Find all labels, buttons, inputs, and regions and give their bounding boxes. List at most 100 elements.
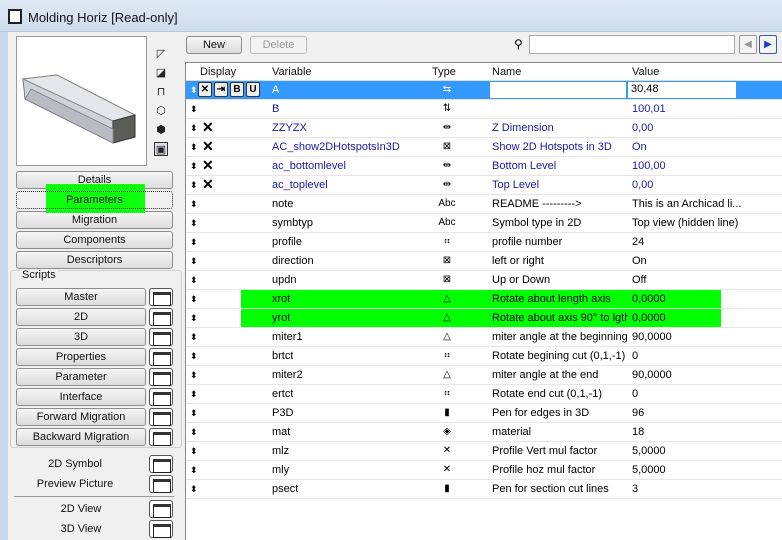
drag-handle-icon[interactable]: ⬍ [190, 313, 198, 324]
type-icon[interactable]: ⇹ [436, 179, 458, 190]
table-row[interactable]: ⬍ updn ⊠ Up or Down Off [186, 271, 782, 290]
value-cell[interactable]: 100,01 [632, 103, 780, 115]
table-row[interactable]: ⬍ ertct ⠶ Rotate end cut (0,1,-1) 0 [186, 385, 782, 404]
bold-toggle[interactable]: B [230, 82, 244, 97]
open-window-2d-view-button[interactable] [149, 500, 173, 518]
table-row[interactable]: ⬍ mlz ✕ Profile Vert mul factor 5,0000 [186, 442, 782, 461]
next-button[interactable]: ▶ [759, 35, 777, 54]
hidden-x-icon[interactable]: ✕ [202, 138, 214, 155]
type-icon[interactable]: ⠶ [436, 350, 458, 361]
value-cell[interactable]: 3 [632, 483, 780, 495]
table-row[interactable]: ⬍ ✕ ⇥ B U A ⇆ 30,48 [186, 81, 782, 100]
hidden-x-icon[interactable]: ✕ [202, 119, 214, 136]
value-cell[interactable]: 24 [632, 236, 780, 248]
previous-button[interactable]: ◀ [739, 35, 757, 54]
value-cell[interactable]: Off [632, 274, 780, 286]
table-row[interactable]: ⬍ psect ▮ Pen for section cut lines 3 [186, 480, 782, 499]
drag-handle-icon[interactable]: ⬍ [190, 275, 198, 286]
type-icon[interactable]: ⊠ [436, 141, 458, 152]
type-icon[interactable]: ✕ [436, 445, 458, 456]
type-icon[interactable]: △ [436, 312, 458, 323]
wireframe-icon[interactable]: ⬡ [154, 104, 168, 118]
table-row[interactable]: ⬍ miter2 △ miter angle at the end 90,0000 [186, 366, 782, 385]
shaded-icon[interactable]: ⬢ [154, 123, 168, 137]
value-input[interactable]: 30,48 [628, 82, 736, 98]
script-master-button[interactable]: Master [16, 288, 146, 306]
open-window-properties-button[interactable] [149, 348, 173, 366]
drag-handle-icon[interactable]: ⬍ [190, 389, 198, 400]
tab-parameters[interactable]: Parameters [16, 191, 173, 209]
type-icon[interactable]: ▮ [436, 483, 458, 494]
table-row[interactable]: ⬍ xrot △ Rotate about length axis 0,0000 [186, 290, 782, 309]
value-cell[interactable]: 0,0000 [632, 293, 780, 305]
script-parameter-button[interactable]: Parameter [16, 368, 146, 386]
drag-handle-icon[interactable]: ⬍ [190, 161, 198, 172]
table-row[interactable]: ⬍ P3D ▮ Pen for edges in 3D 96 [186, 404, 782, 423]
type-icon[interactable]: ⊠ [436, 255, 458, 266]
open-window-backward-migration-button[interactable] [149, 428, 173, 446]
open-window-3d-button[interactable] [149, 328, 173, 346]
drag-handle-icon[interactable]: ⬍ [190, 465, 198, 476]
open-window-parameter-button[interactable] [149, 368, 173, 386]
open-window-2d-button[interactable] [149, 308, 173, 326]
section-icon[interactable]: ◪ [154, 66, 168, 80]
tab-migration[interactable]: Migration [16, 211, 173, 229]
tab-descriptors[interactable]: Descriptors [16, 251, 173, 269]
hidden-x-icon[interactable]: ✕ [202, 157, 214, 174]
open-window-preview-picture-button[interactable] [149, 475, 173, 493]
drag-handle-icon[interactable]: ⬍ [190, 332, 198, 343]
type-icon[interactable]: ▮ [436, 407, 458, 418]
value-cell[interactable]: 96 [632, 407, 780, 419]
open-window-interface-button[interactable] [149, 388, 173, 406]
type-icon[interactable]: ⠶ [436, 388, 458, 399]
plan-icon[interactable]: ◸ [154, 47, 168, 61]
table-row[interactable]: ⬍ profile ⠶ profile number 24 [186, 233, 782, 252]
value-cell[interactable]: 0,00 [632, 179, 780, 191]
indent-toggle[interactable]: ⇥ [214, 82, 228, 97]
hidden-x-icon[interactable]: ✕ [202, 176, 214, 193]
open-window-forward-migration-button[interactable] [149, 408, 173, 426]
type-icon[interactable]: Abc [436, 217, 458, 228]
drag-handle-icon[interactable]: ⬍ [190, 104, 198, 115]
underline-toggle[interactable]: U [246, 82, 260, 97]
table-row[interactable]: ⬍ ✕ AC_show2DHotspotsIn3D ⊠ Show 2D Hotsp… [186, 138, 782, 157]
type-icon[interactable]: △ [436, 369, 458, 380]
table-row[interactable]: ⬍ brtct ⠶ Rotate begining cut (0,1,-1) 0 [186, 347, 782, 366]
drag-handle-icon[interactable]: ⬍ [190, 180, 198, 191]
drag-handle-icon[interactable]: ⬍ [190, 237, 198, 248]
table-row[interactable]: ⬍ ✕ ZZYZX ⇹ Z Dimension 0,00 [186, 119, 782, 138]
type-icon[interactable]: ✕ [436, 464, 458, 475]
value-cell[interactable]: Top view (hidden line) [632, 217, 780, 229]
new-button[interactable]: New [186, 36, 242, 54]
drag-handle-icon[interactable]: ⬍ [190, 256, 198, 267]
value-cell[interactable]: 5,0000 [632, 445, 780, 457]
table-row[interactable]: ⬍ miter1 △ miter angle at the beginning 9… [186, 328, 782, 347]
elevation-icon[interactable]: ⊓ [154, 85, 168, 99]
drag-handle-icon[interactable]: ⬍ [190, 351, 198, 362]
type-icon[interactable]: △ [436, 293, 458, 304]
drag-handle-icon[interactable]: ⬍ [190, 123, 198, 134]
script-2d-button[interactable]: 2D [16, 308, 146, 326]
open-window-3d-view-button[interactable] [149, 520, 173, 538]
value-cell[interactable]: 90,0000 [632, 369, 780, 381]
value-cell[interactable]: 0,00 [632, 122, 780, 134]
value-cell[interactable]: This is an Archicad li... [632, 198, 780, 210]
table-row[interactable]: ⬍ direction ⊠ left or right On [186, 252, 782, 271]
type-icon[interactable]: ⠶ [436, 236, 458, 247]
drag-handle-icon[interactable]: ⬍ [190, 218, 198, 229]
table-row[interactable]: ⬍ note Abc README ---------> This is an A… [186, 195, 782, 214]
value-cell[interactable]: 90,0000 [632, 331, 780, 343]
drag-handle-icon[interactable]: ⬍ [190, 484, 198, 495]
type-icon[interactable]: ◈ [436, 426, 458, 437]
table-row[interactable]: ⬍ B ⇅ 100,01 [186, 100, 782, 119]
type-icon[interactable]: ⇆ [436, 84, 458, 95]
type-icon[interactable]: ⇹ [436, 122, 458, 133]
type-icon[interactable]: Abc [436, 198, 458, 209]
script-forward-migration-button[interactable]: Forward Migration [16, 408, 146, 426]
type-icon[interactable]: ⇹ [436, 160, 458, 171]
name-input[interactable] [490, 82, 626, 98]
value-cell[interactable]: On [632, 255, 780, 267]
type-icon[interactable]: ⊠ [436, 274, 458, 285]
drag-handle-icon[interactable]: ⬍ [190, 370, 198, 381]
drag-handle-icon[interactable]: ⬍ [190, 142, 198, 153]
